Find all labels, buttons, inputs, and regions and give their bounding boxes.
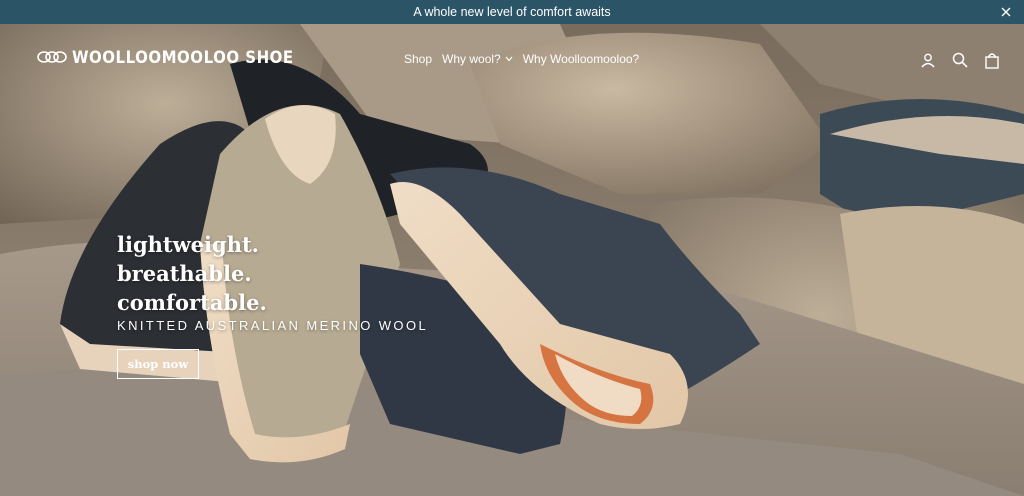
logo-text: WOOLLOOMOOLOO SHOE	[72, 46, 294, 68]
hero-subheading: KNITTED AUSTRALIAN MERINO WOOL	[117, 318, 429, 333]
hero-banner: WOOLLOOMOOLOO SHOE Shop Why wool? Why Wo…	[0, 24, 1024, 496]
chevron-down-icon	[505, 56, 513, 62]
nav-item-why-wool[interactable]: Why wool?	[442, 52, 513, 66]
headline-line: breathable.	[117, 261, 252, 286]
account-icon[interactable]	[918, 50, 938, 70]
headline-line: lightweight.	[117, 232, 259, 257]
header-icons	[918, 50, 1002, 70]
site-logo[interactable]: WOOLLOOMOOLOO SHOE	[36, 46, 294, 68]
hero-headline: lightweight. breathable. comfortable.	[117, 230, 267, 317]
search-icon[interactable]	[950, 50, 970, 70]
nav-item-label: Why wool?	[442, 52, 501, 66]
close-icon[interactable]	[996, 2, 1016, 22]
nav-item-why-woolloomooloo[interactable]: Why Woolloomooloo?	[523, 52, 640, 66]
headline-line: comfortable.	[117, 290, 267, 315]
shop-now-button[interactable]: shop now	[117, 349, 199, 379]
nav-item-label: Why Woolloomooloo?	[522, 52, 640, 66]
cart-icon[interactable]	[982, 50, 1002, 70]
announcement-text: A whole new level of comfort awaits	[413, 5, 611, 19]
nav-item-shop[interactable]: Shop	[404, 52, 432, 66]
announcement-bar: A whole new level of comfort awaits	[0, 0, 1024, 24]
logo-icon	[37, 51, 67, 63]
nav-item-label: Shop	[404, 52, 433, 66]
main-nav: Shop Why wool? Why Woolloomooloo?	[404, 52, 639, 66]
